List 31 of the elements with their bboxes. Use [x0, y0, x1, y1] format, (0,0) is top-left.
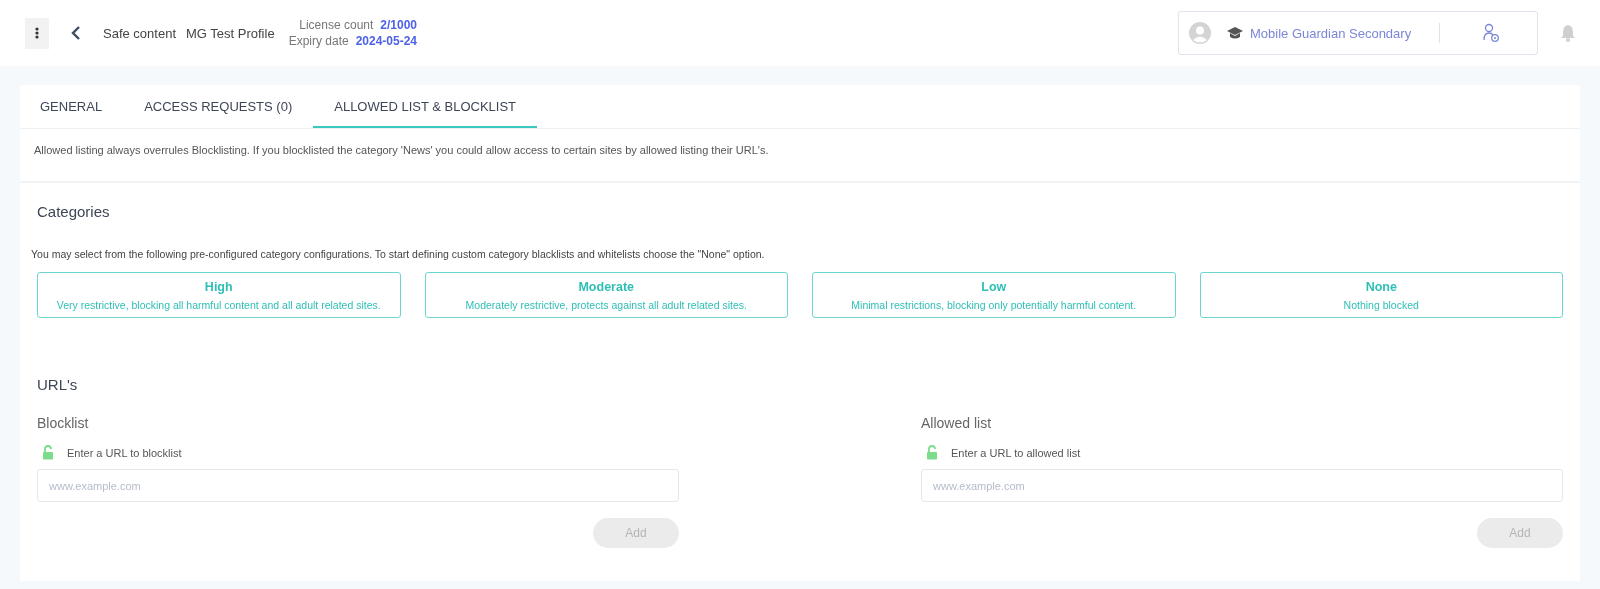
- license-label: License count: [299, 18, 374, 32]
- category-option[interactable]: Moderate Moderately restrictive, protects against all adult related sites.: [424, 272, 788, 318]
- tab[interactable]: ACCESS REQUESTS (0): [123, 85, 314, 128]
- expiry-value: 2024-05-24: [355, 34, 418, 48]
- user-settings-icon[interactable]: [1482, 23, 1501, 43]
- field-label: Enter a URL to allowed list: [951, 446, 1081, 459]
- expiry-label: Expiry date: [288, 34, 349, 48]
- tab[interactable]: GENERAL: [19, 85, 124, 128]
- breadcrumb-item: Safe content: [103, 25, 176, 41]
- section-title: URL's: [37, 376, 79, 393]
- categories-description: You may select from the following pre-configured category configurations. To start defining custom category blacklists and whitelists choose the "None" option.: [31, 248, 766, 260]
- unlocked-padlock-icon: [926, 445, 938, 460]
- category-option[interactable]: None Nothing blocked: [1199, 272, 1563, 318]
- info-text: Allowed listing always overrules Blocklisting. If you blocklisted the category 'News' you could allow access to certain sites by allowed listing their URL's.: [20, 129, 1580, 183]
- unlocked-padlock-icon: [42, 445, 54, 460]
- back-icon[interactable]: [71, 26, 81, 40]
- list-title: Blocklist: [37, 415, 90, 431]
- tab[interactable]: ALLOWED LIST & BLOCKLIST: [313, 85, 538, 128]
- graduation-cap-icon: [1226, 26, 1244, 40]
- menu-button[interactable]: [25, 17, 49, 49]
- category-option[interactable]: High Very restrictive, blocking all harmful content and all adult related sites.: [37, 272, 401, 318]
- menu-icon: [35, 27, 39, 39]
- license-value: 2/1000: [380, 18, 418, 32]
- section-title: Categories: [37, 203, 111, 220]
- category-option[interactable]: Low Minimal restrictions, blocking only potentially harmful content.: [812, 272, 1176, 318]
- field-label: Enter a URL to blocklist: [67, 446, 182, 459]
- avatar-icon[interactable]: [1189, 22, 1211, 44]
- breadcrumb-item: MG Test Profile: [186, 25, 275, 41]
- bell-icon[interactable]: [1560, 24, 1576, 42]
- school-name[interactable]: Mobile Guardian Secondary: [1250, 25, 1412, 41]
- list-title: Allowed list: [921, 415, 993, 431]
